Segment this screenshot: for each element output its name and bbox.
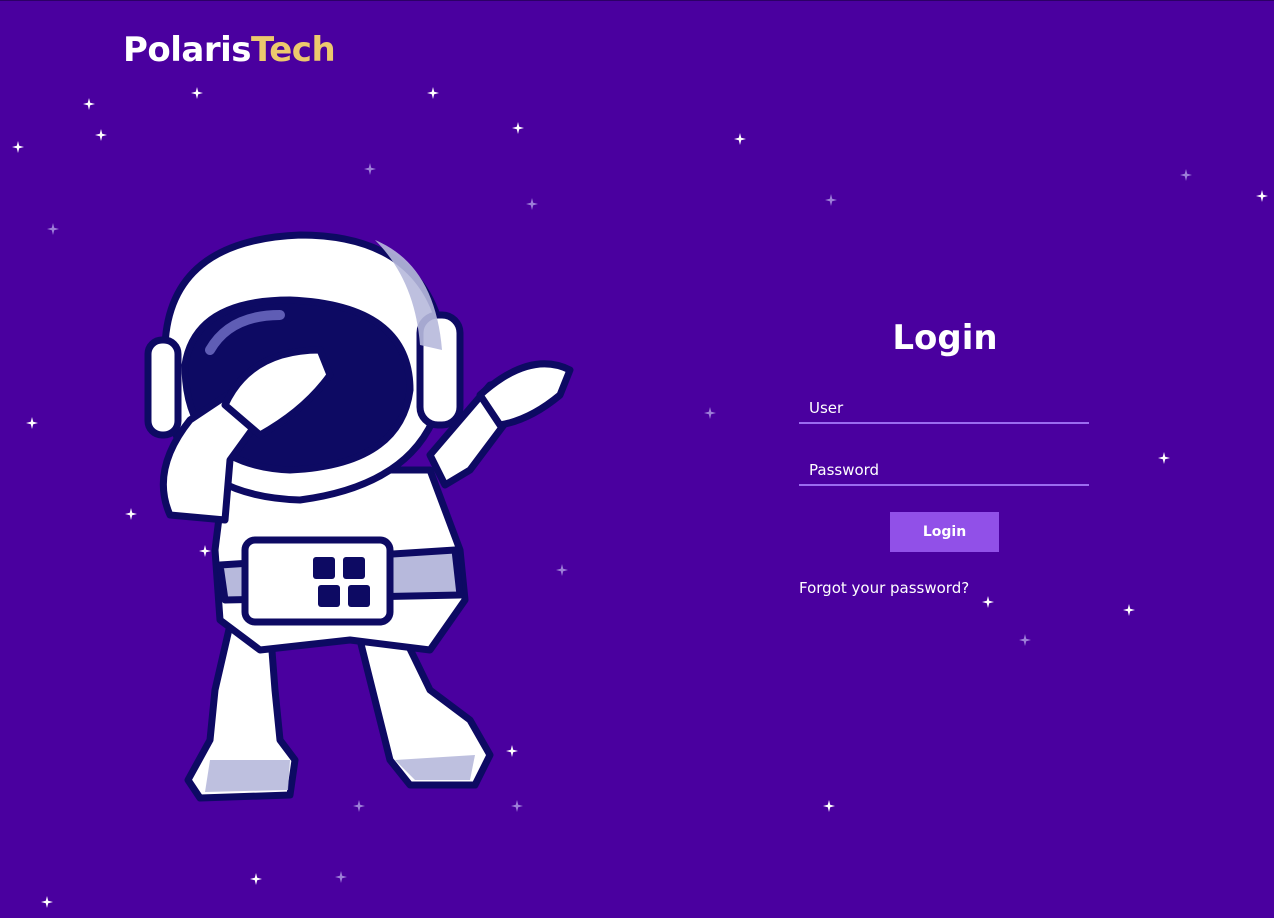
password-input[interactable] — [799, 456, 1089, 486]
brand-name-part1: Polaris — [123, 30, 252, 70]
top-border — [0, 0, 1274, 1]
login-title: Login — [892, 318, 998, 358]
astronaut-illustration — [130, 220, 590, 824]
user-input[interactable] — [799, 394, 1089, 424]
forgot-password-link[interactable]: Forgot your password? — [799, 579, 969, 597]
brand-logo: PolarisTech — [123, 30, 336, 70]
login-button[interactable]: Login — [890, 512, 999, 552]
brand-name-part2: Tech — [251, 30, 336, 70]
